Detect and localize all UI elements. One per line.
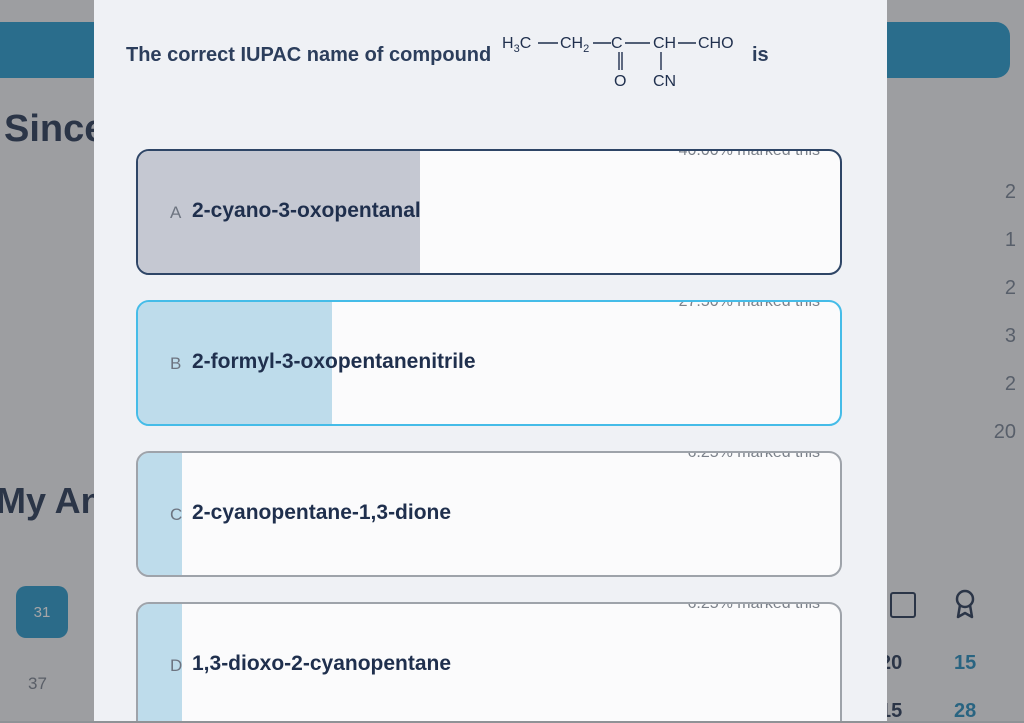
structure-fragment-cho: CHO: [698, 35, 734, 52]
structure-substituent-cn: CN: [653, 73, 676, 90]
structure-fragment-ch2: CH2: [560, 35, 589, 55]
question-stem: The correct IUPAC name of compound H3C C…: [126, 28, 866, 98]
option-letter: B: [170, 354, 182, 373]
option-letter: A: [170, 203, 182, 222]
question-result-modal: The correct IUPAC name of compound H3C C…: [94, 0, 887, 721]
option-d[interactable]: D 1,3-dioxo-2-cyanopentane 6.25% marked …: [136, 602, 842, 721]
response-percentage: 40.00% marked this: [672, 151, 822, 160]
option-text: 2-formyl-3-oxopentanenitrile: [192, 350, 476, 373]
option-text: 2-cyanopentane-1,3-dione: [192, 501, 452, 524]
structure-carbonyl-carbon: C: [611, 35, 623, 52]
question-suffix: is: [752, 44, 769, 66]
structure-oxygen: O: [614, 73, 626, 90]
option-c[interactable]: C 2-cyanopentane-1,3-dione 6.25% marked …: [136, 451, 842, 577]
option-text: 2-cyano-3-oxopentanal: [192, 199, 421, 222]
option-text: 1,3-dioxo-2-cyanopentane: [192, 652, 452, 675]
response-percentage: 27.50% marked this: [672, 302, 822, 311]
response-percentage: 6.25% marked this: [681, 453, 822, 462]
question-text: The correct IUPAC name of compound: [126, 44, 492, 66]
option-a[interactable]: A 2-cyano-3-oxopentanal 40.00% marked th…: [136, 149, 842, 275]
structure-fragment-ch: CH: [653, 35, 676, 52]
compound-structure: H3C CH2 C O CH CN CHO: [502, 35, 734, 90]
option-letter: D: [170, 656, 183, 675]
response-percentage: 6.25% marked this: [681, 604, 822, 613]
option-letter: C: [170, 505, 183, 524]
option-b[interactable]: B 2-formyl-3-oxopentanenitrile 27.50% ma…: [136, 300, 842, 426]
structure-fragment-h3c: H3C: [502, 35, 531, 55]
